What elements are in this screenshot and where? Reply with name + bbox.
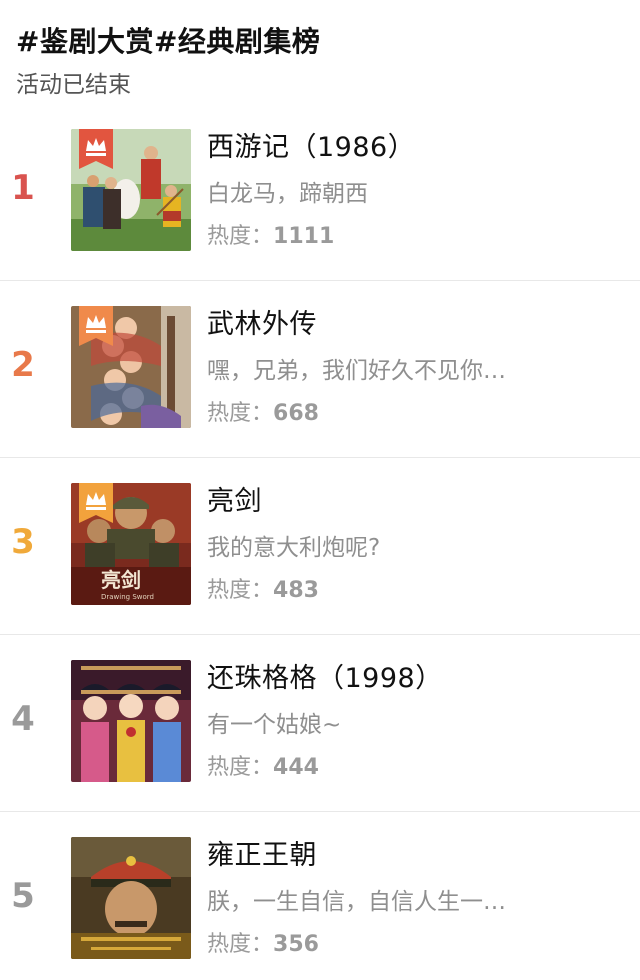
list-item[interactable]: 1 西游记（1986） 白龙马，蹄朝西 热度：1111 — [0, 104, 640, 281]
cover-art-yongzhengwangchao — [71, 837, 191, 959]
heat-value: 483 — [273, 578, 319, 603]
cover-subtext: Drawing Sword — [101, 593, 154, 601]
heat-value: 1111 — [273, 224, 335, 249]
cover-image[interactable] — [71, 660, 191, 782]
show-quote: 白龙马，蹄朝西 — [207, 181, 368, 207]
rank-number: 1 — [11, 168, 35, 208]
item-info: 武林外传 嘿，兄弟，我们好久不见你… 热度：668 — [207, 305, 610, 431]
list-item[interactable]: 5 雍正王朝 朕，一生自信，自信人生一… 热度：356 — [0, 812, 640, 980]
show-quote: 有一个姑娘~ — [207, 712, 342, 738]
show-title[interactable]: 雍正王朝 — [207, 836, 610, 876]
heat-score: 热度：356 — [207, 928, 610, 962]
page-header: #鉴剧大赏#经典剧集榜 活动已结束 — [16, 22, 624, 102]
cover-image[interactable] — [71, 129, 191, 251]
item-info: 亮剑 我的意大利炮呢? 热度：483 — [207, 482, 610, 608]
list-item[interactable]: 3 亮剑 Drawing Sword 亮剑 我的意大利炮呢? 热度：483 — [0, 458, 640, 635]
rank-number: 5 — [11, 876, 35, 916]
item-info: 西游记（1986） 白龙马，蹄朝西 热度：1111 — [207, 128, 610, 254]
heat-label: 热度： — [207, 224, 274, 249]
heat-value: 356 — [273, 932, 319, 957]
show-title[interactable]: 还珠格格（1998） — [207, 659, 610, 699]
crown-icon — [79, 306, 113, 346]
show-quote: 朕，一生自信，自信人生一… — [207, 889, 506, 915]
list-item[interactable]: 4 还珠格格（1998） 有一个姑娘~ 热度：444 — [0, 635, 640, 812]
heat-label: 热度： — [207, 755, 274, 780]
heat-score: 热度：483 — [207, 574, 610, 608]
activity-status: 活动已结束 — [16, 72, 131, 98]
ranking-list: 1 西游记（1986） 白龙马，蹄朝西 热度：1111 2 武林外传 嘿，兄弟，… — [0, 104, 640, 980]
rank-number: 4 — [11, 699, 35, 739]
heat-score: 热度：1111 — [207, 220, 610, 254]
item-info: 还珠格格（1998） 有一个姑娘~ 热度：444 — [207, 659, 610, 785]
show-quote: 我的意大利炮呢? — [207, 535, 381, 561]
cover-art-huanzhugege — [71, 660, 191, 782]
heat-label: 热度： — [207, 578, 274, 603]
page-title: #鉴剧大赏#经典剧集榜 — [16, 25, 321, 58]
cover-image[interactable]: 亮剑 Drawing Sword — [71, 483, 191, 605]
heat-label: 热度： — [207, 401, 274, 426]
heat-label: 热度： — [207, 932, 274, 957]
cover-image[interactable] — [71, 306, 191, 428]
crown-icon — [79, 129, 113, 169]
heat-value: 668 — [273, 401, 319, 426]
show-quote: 嘿，兄弟，我们好久不见你… — [207, 358, 506, 384]
crown-icon — [79, 483, 113, 523]
show-title[interactable]: 武林外传 — [207, 305, 610, 345]
show-title[interactable]: 亮剑 — [207, 482, 610, 522]
item-info: 雍正王朝 朕，一生自信，自信人生一… 热度：356 — [207, 836, 610, 962]
heat-value: 444 — [273, 755, 319, 780]
heat-score: 热度：444 — [207, 751, 610, 785]
rank-number: 2 — [11, 345, 35, 385]
show-title[interactable]: 西游记（1986） — [207, 128, 610, 168]
rank-number: 3 — [11, 522, 35, 562]
list-item[interactable]: 2 武林外传 嘿，兄弟，我们好久不见你… 热度：668 — [0, 281, 640, 458]
heat-score: 热度：668 — [207, 397, 610, 431]
cover-image[interactable] — [71, 837, 191, 959]
cover-text: 亮剑 — [101, 568, 141, 592]
page: #鉴剧大赏#经典剧集榜 活动已结束 1 西游记（1986） 白龙马，蹄朝西 热度… — [0, 0, 640, 980]
